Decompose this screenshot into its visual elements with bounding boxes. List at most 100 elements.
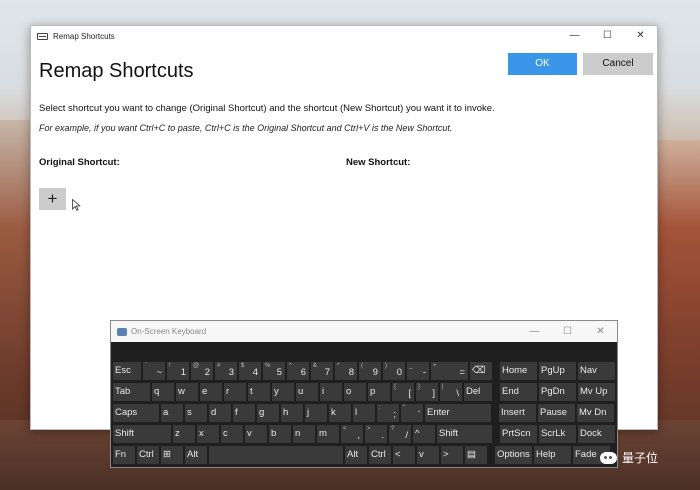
key-sym13[interactable]: + = bbox=[431, 362, 468, 380]
key-sym10[interactable]: ? / bbox=[389, 425, 411, 443]
key-j[interactable]: j bbox=[305, 404, 327, 422]
key-a[interactable]: a bbox=[161, 404, 183, 422]
key-shift-symbol: } bbox=[418, 384, 421, 390]
key-sym11[interactable]: " ' bbox=[401, 404, 423, 422]
key-6[interactable]: ^ 6 bbox=[287, 362, 309, 380]
key-t[interactable]: t bbox=[248, 383, 270, 401]
key-m[interactable]: m bbox=[317, 425, 339, 443]
key-prtscn[interactable]: PrtScn bbox=[500, 425, 537, 443]
key-caps[interactable]: Caps bbox=[113, 404, 159, 422]
maximize-button[interactable]: ☐ bbox=[591, 26, 624, 46]
osk-maximize-button[interactable]: ☐ bbox=[551, 321, 584, 342]
key-o[interactable]: o bbox=[344, 383, 366, 401]
key-v[interactable]: v bbox=[245, 425, 267, 443]
key-sym7[interactable]: < bbox=[393, 446, 415, 464]
key-z[interactable]: z bbox=[173, 425, 195, 443]
osk-close-button[interactable]: ✕ bbox=[584, 321, 617, 342]
key-insert[interactable]: Insert bbox=[499, 404, 536, 422]
key-sym9[interactable]: >. bbox=[365, 425, 387, 443]
key-n[interactable]: n bbox=[293, 425, 315, 443]
key-shift-symbol: @ bbox=[193, 363, 200, 369]
key-shift-symbol: ( bbox=[361, 363, 363, 369]
key-0[interactable]: ) 0 bbox=[383, 362, 405, 380]
key-options[interactable]: Options bbox=[495, 446, 532, 464]
key-sym12[interactable]: }] bbox=[416, 383, 438, 401]
key-dock[interactable]: Dock bbox=[578, 425, 615, 443]
key-esc[interactable]: Esc bbox=[113, 362, 141, 380]
minimize-button[interactable]: — bbox=[558, 26, 591, 46]
key-p[interactable]: p bbox=[368, 383, 390, 401]
key-tab[interactable]: Tab bbox=[113, 383, 150, 401]
key-shift[interactable]: Shift bbox=[113, 425, 171, 443]
key-2[interactable]: @2 bbox=[191, 362, 213, 380]
key-alt[interactable]: Alt bbox=[345, 446, 367, 464]
key-sym10[interactable]: :; bbox=[377, 404, 399, 422]
key-enter[interactable]: Enter bbox=[425, 404, 491, 422]
key-c[interactable]: c bbox=[221, 425, 243, 443]
key-l[interactable]: l bbox=[353, 404, 375, 422]
key-3[interactable]: #3 bbox=[215, 362, 237, 380]
key-sym11[interactable]: {[ bbox=[392, 383, 414, 401]
key-1[interactable]: ! 1 bbox=[167, 362, 189, 380]
key-4[interactable]: $4 bbox=[239, 362, 261, 380]
key-label: k bbox=[331, 407, 336, 418]
key-label: i bbox=[322, 386, 325, 397]
key-scrlk[interactable]: ScrLk bbox=[539, 425, 576, 443]
close-button[interactable]: ✕ bbox=[624, 26, 657, 46]
key-sym1[interactable]: ` ~ bbox=[143, 362, 165, 380]
key-help[interactable]: Help bbox=[534, 446, 571, 464]
key-sym10[interactable]: ▤ bbox=[465, 446, 487, 464]
key-g[interactable]: g bbox=[257, 404, 279, 422]
key-u[interactable]: u bbox=[296, 383, 318, 401]
key-sym2[interactable]: ⊞ bbox=[161, 446, 183, 464]
add-shortcut-button[interactable]: + bbox=[39, 188, 66, 210]
key-label: Pause bbox=[540, 407, 567, 418]
key-shift[interactable]: Shift bbox=[437, 425, 492, 443]
key-ctrl[interactable]: Ctrl bbox=[137, 446, 159, 464]
key-h[interactable]: h bbox=[281, 404, 303, 422]
key-x[interactable]: x bbox=[197, 425, 219, 443]
key-sym9[interactable]: > bbox=[441, 446, 463, 464]
key-sym14[interactable]: ⌫ bbox=[470, 362, 492, 380]
key-shift-symbol: * bbox=[337, 363, 340, 369]
key-8[interactable]: * 8 bbox=[335, 362, 357, 380]
key-k[interactable]: k bbox=[329, 404, 351, 422]
key-label: Fn bbox=[115, 449, 127, 460]
key-pgdn[interactable]: PgDn bbox=[539, 383, 576, 401]
key-space[interactable] bbox=[209, 446, 343, 464]
osk-titlebar[interactable]: On-Screen Keyboard — ☐ ✕ bbox=[111, 321, 617, 342]
key-mv-dn[interactable]: Mv Dn bbox=[577, 404, 614, 422]
key-i[interactable]: i bbox=[320, 383, 342, 401]
key-b[interactable]: b bbox=[269, 425, 291, 443]
key-pause[interactable]: Pause bbox=[538, 404, 575, 422]
key-ctrl[interactable]: Ctrl bbox=[369, 446, 391, 464]
key-v[interactable]: v bbox=[417, 446, 439, 464]
key-5[interactable]: % 5 bbox=[263, 362, 285, 380]
key-q[interactable]: q bbox=[152, 383, 174, 401]
key-d[interactable]: d bbox=[209, 404, 231, 422]
key-9[interactable]: (9 bbox=[359, 362, 381, 380]
key-del[interactable]: Del bbox=[464, 383, 492, 401]
key-nav[interactable]: Nav bbox=[578, 362, 615, 380]
key-s[interactable]: s bbox=[185, 404, 207, 422]
key-alt[interactable]: Alt bbox=[185, 446, 207, 464]
key-pgup[interactable]: PgUp bbox=[539, 362, 576, 380]
key-mv-up[interactable]: Mv Up bbox=[578, 383, 615, 401]
key-label: v bbox=[419, 449, 424, 460]
cancel-button[interactable]: Cancel bbox=[583, 53, 653, 75]
key-sym8[interactable]: <, bbox=[341, 425, 363, 443]
key-sym13[interactable]: | \ bbox=[440, 383, 462, 401]
key-sym11[interactable]: ^ bbox=[413, 425, 435, 443]
key-e[interactable]: e bbox=[200, 383, 222, 401]
key-f[interactable]: f bbox=[233, 404, 255, 422]
key-w[interactable]: w bbox=[176, 383, 198, 401]
key-7[interactable]: & 7 bbox=[311, 362, 333, 380]
key-y[interactable]: y bbox=[272, 383, 294, 401]
key-home[interactable]: Home bbox=[500, 362, 537, 380]
osk-minimize-button[interactable]: — bbox=[518, 321, 551, 342]
key-fn[interactable]: Fn bbox=[113, 446, 135, 464]
key-r[interactable]: r bbox=[224, 383, 246, 401]
key-sym12[interactable]: _ - bbox=[407, 362, 429, 380]
key-end[interactable]: End bbox=[500, 383, 537, 401]
ok-button[interactable]: OK bbox=[508, 53, 577, 75]
